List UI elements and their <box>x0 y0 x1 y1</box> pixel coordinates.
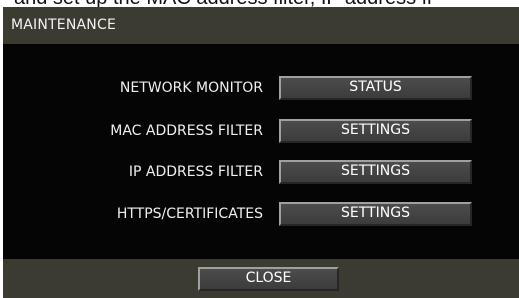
close-button[interactable]: CLOSE <box>198 267 339 291</box>
maintenance-dialog: MAINTENANCE NETWORK MONITOR STATUS MAC A… <box>3 7 519 298</box>
row-ip-address-filter: IP ADDRESS FILTER SETTINGS <box>3 159 519 185</box>
ip-address-filter-settings-button[interactable]: SETTINGS <box>279 160 472 184</box>
dialog-title: MAINTENANCE <box>11 17 116 33</box>
https-certificates-label: HTTPS/CERTIFICATES <box>116 206 263 222</box>
ip-address-filter-label: IP ADDRESS FILTER <box>128 164 263 180</box>
network-monitor-label: NETWORK MONITOR <box>119 80 263 96</box>
mac-address-filter-settings-button[interactable]: SETTINGS <box>279 119 472 143</box>
row-mac-address-filter: MAC ADDRESS FILTER SETTINGS <box>3 118 519 144</box>
bottom-bar: CLOSE <box>3 259 519 298</box>
network-monitor-status-button[interactable]: STATUS <box>279 76 472 100</box>
title-bar: MAINTENANCE <box>3 7 519 44</box>
https-certificates-settings-button[interactable]: SETTINGS <box>279 202 472 226</box>
row-network-monitor: NETWORK MONITOR STATUS <box>3 75 519 101</box>
mac-address-filter-label: MAC ADDRESS FILTER <box>110 123 263 139</box>
row-https-certificates: HTTPS/CERTIFICATES SETTINGS <box>3 201 519 227</box>
